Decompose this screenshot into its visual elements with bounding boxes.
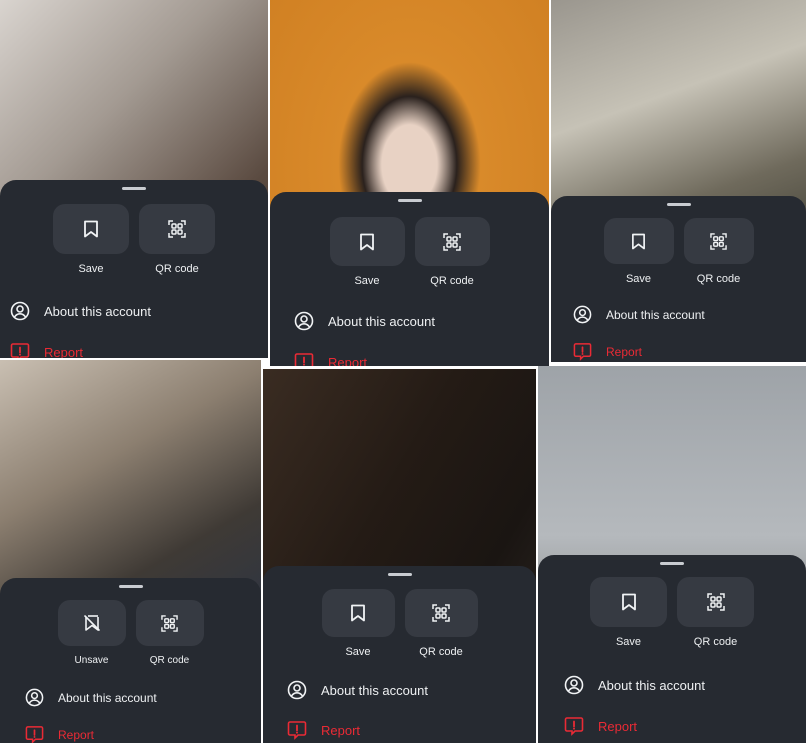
save-label: Save: [345, 646, 371, 658]
report-label: Report: [44, 344, 84, 359]
sheet-drag-handle[interactable]: [660, 562, 684, 565]
report-item[interactable]: Report: [564, 716, 637, 736]
report-label: Report: [321, 722, 361, 738]
sheet-drag-handle[interactable]: [118, 585, 143, 588]
qr-code-label: QR code: [155, 263, 199, 275]
report-item[interactable]: Report: [287, 720, 360, 740]
qr-code-button[interactable]: QR code: [414, 217, 490, 287]
report-icon: [564, 717, 584, 736]
report-label: Report: [598, 718, 638, 734]
unsave-label: Unsave: [74, 655, 109, 666]
post-options-panel-1: Save QR code About this account Report: [0, 0, 268, 358]
bookmark-slash-icon: [83, 615, 100, 631]
about-this-account-item[interactable]: About this account: [573, 305, 705, 324]
sheet-drag-handle[interactable]: [397, 199, 422, 202]
bookmark-icon: [621, 593, 636, 611]
report-icon: [25, 726, 44, 743]
unsave-button[interactable]: Unsave: [57, 600, 126, 666]
bookmark-icon: [632, 233, 645, 249]
save-label: Save: [625, 273, 652, 285]
save-label: Save: [354, 275, 380, 287]
about-this-account-label: About this account: [328, 313, 435, 329]
save-button[interactable]: Save: [329, 217, 405, 287]
options-sheet: Save QR code About this account Report: [551, 196, 806, 362]
report-item[interactable]: Report: [10, 342, 83, 358]
about-this-account-item[interactable]: About this account: [564, 675, 705, 695]
save-button[interactable]: Save: [53, 204, 129, 275]
bookmark-icon: [84, 220, 98, 238]
account-circle-icon: [25, 688, 44, 707]
options-sheet: Save QR code About this account Report: [538, 555, 806, 743]
sheet-drag-handle[interactable]: [122, 187, 146, 190]
report-label: Report: [58, 727, 95, 742]
qr-code-button[interactable]: QR code: [404, 589, 478, 658]
account-circle-icon: [10, 301, 30, 321]
about-this-account-label: About this account: [598, 677, 705, 693]
post-options-panel-5: Save QR code About this account Report: [263, 369, 536, 743]
sheet-drag-handle[interactable]: [666, 203, 691, 206]
qr-code-icon: [161, 614, 178, 632]
report-icon: [10, 343, 30, 358]
qr-code-label: QR code: [696, 273, 741, 285]
report-item[interactable]: Report: [25, 725, 94, 743]
sheet-drag-handle[interactable]: [387, 573, 412, 576]
about-this-account-item[interactable]: About this account: [287, 680, 428, 700]
options-sheet: Save QR code About this account Report: [270, 192, 549, 366]
report-icon: [294, 353, 314, 366]
qr-code-icon: [168, 220, 186, 238]
about-this-account-label: About this account: [44, 303, 151, 319]
report-label: Report: [328, 354, 368, 367]
qr-code-icon: [432, 604, 450, 622]
about-this-account-item[interactable]: About this account: [25, 688, 157, 707]
qr-code-label: QR code: [419, 646, 463, 658]
options-sheet: Save QR code About this account Report: [0, 180, 268, 358]
qr-code-button[interactable]: QR code: [683, 218, 754, 285]
post-options-panel-2: Save QR code About this account Report: [270, 0, 549, 366]
qr-code-button[interactable]: QR code: [677, 577, 754, 648]
qr-code-label: QR code: [430, 275, 474, 287]
report-icon: [287, 721, 307, 740]
about-this-account-item[interactable]: About this account: [10, 301, 151, 321]
about-this-account-label: About this account: [606, 307, 705, 322]
qr-code-button[interactable]: QR code: [139, 204, 215, 275]
account-circle-icon: [287, 680, 307, 700]
report-item[interactable]: Report: [294, 352, 367, 366]
options-sheet: Unsave QR code About this account Report: [0, 578, 261, 743]
qr-code-label: QR code: [693, 636, 738, 648]
save-label: Save: [78, 263, 104, 275]
account-circle-icon: [294, 311, 314, 331]
bookmark-icon: [360, 233, 374, 250]
qr-code-icon: [706, 593, 725, 611]
save-button[interactable]: Save: [321, 589, 395, 658]
bookmark-icon: [351, 604, 365, 622]
about-this-account-item[interactable]: About this account: [294, 311, 435, 331]
about-this-account-label: About this account: [321, 682, 428, 698]
qr-code-icon: [443, 232, 461, 251]
qr-code-button[interactable]: QR code: [135, 600, 204, 666]
account-circle-icon: [564, 675, 584, 695]
qr-code-label: QR code: [149, 655, 190, 666]
report-icon: [573, 343, 592, 361]
post-options-panel-3: Save QR code About this account Report: [551, 0, 806, 362]
account-circle-icon: [573, 305, 592, 324]
qr-code-icon: [710, 232, 727, 250]
options-sheet: Save QR code About this account Report: [263, 566, 536, 743]
save-button[interactable]: Save: [590, 577, 667, 648]
about-this-account-label: About this account: [58, 690, 157, 705]
report-label: Report: [606, 344, 643, 359]
post-options-panel-6: Save QR code About this account Report: [538, 366, 806, 743]
report-item[interactable]: Report: [573, 342, 642, 361]
post-options-panel-4: Unsave QR code About this account Report: [0, 360, 261, 743]
save-label: Save: [615, 636, 642, 648]
save-button[interactable]: Save: [603, 218, 674, 285]
